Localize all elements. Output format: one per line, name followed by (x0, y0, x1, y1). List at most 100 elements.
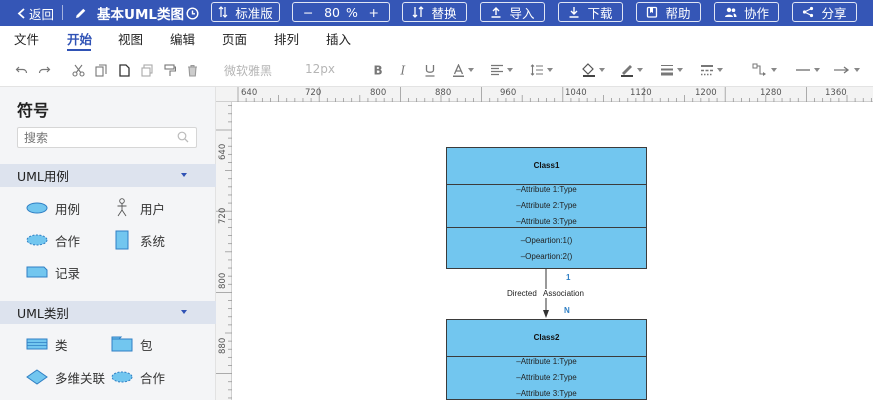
divider (62, 5, 63, 20)
help-button[interactable]: 帮助 (636, 2, 701, 22)
class-name: Class2 (533, 333, 560, 342)
zoom-out-button[interactable]: − (303, 5, 313, 20)
menu-edit[interactable]: 编辑 (170, 26, 195, 54)
shape-use-case[interactable]: 用例 (25, 198, 80, 218)
font-family-select[interactable]: 微软雅黑 (224, 62, 272, 79)
menu-insert[interactable]: 插入 (326, 26, 351, 54)
menu-file[interactable]: 文件 (14, 26, 39, 54)
connector-style-button[interactable] (752, 62, 777, 78)
elbow-connector-icon (752, 63, 766, 76)
class-attribute: –Attribute 2:Type (516, 201, 577, 210)
line-width-icon (661, 65, 673, 76)
download-button[interactable]: 下载 (558, 2, 623, 22)
connector-label-right: Association (543, 289, 584, 298)
line-spacing-icon (530, 64, 543, 76)
shape-system[interactable]: 系统 (110, 230, 165, 250)
caret-down-icon (854, 68, 860, 72)
standard-edition-button[interactable]: 标准版 (211, 2, 280, 22)
ruler-label: 800 (370, 88, 387, 98)
search-icon[interactable] (177, 131, 189, 143)
ruler-label: 1120 (630, 88, 652, 98)
underline-icon (425, 64, 435, 77)
menu-page[interactable]: 页面 (222, 26, 247, 54)
symbol-search-input[interactable] (17, 127, 197, 148)
class-box-class1[interactable]: Class1 –Attribute 1:Type –Attribute 2:Ty… (446, 147, 647, 269)
arrow-type-button[interactable] (833, 62, 860, 78)
doc-title-area[interactable]: 基本UML类图 (75, 0, 184, 26)
caret-down-icon (547, 68, 553, 72)
active-tab-indicator (67, 49, 91, 51)
sort-arrows-icon (218, 6, 228, 18)
collab-button[interactable]: 协作 (714, 2, 779, 22)
collab-label: 协作 (743, 5, 769, 21)
italic-button[interactable]: I (399, 62, 410, 78)
undo-button[interactable] (15, 62, 28, 78)
zoom-value: 80 (324, 4, 340, 20)
ruler-label: 720 (218, 207, 228, 224)
dashed-ellipse-icon (26, 234, 48, 246)
top-bar: 返回 基本UML类图 标准版 − 80 % + 替换 导入 下载 帮助 协作 分… (0, 0, 873, 26)
italic-icon: I (400, 64, 406, 76)
users-icon (724, 7, 737, 17)
duplicate-button[interactable] (141, 62, 153, 78)
line-spacing-button[interactable] (530, 62, 553, 78)
class-operation: –Opeartion:1() (520, 236, 573, 245)
shape-nary-association[interactable]: 多维关联 (25, 367, 105, 387)
ellipse-icon (26, 202, 48, 214)
class-name: Class1 (533, 161, 560, 170)
caret-down-icon (468, 68, 474, 72)
zoom-control[interactable]: − 80 % + (292, 2, 390, 22)
paste-button[interactable] (118, 62, 130, 78)
ruler-label: 640 (241, 88, 258, 98)
shape-class-collaboration[interactable]: 合作 (110, 367, 165, 387)
caret-down-icon (599, 68, 605, 72)
font-color-icon (453, 63, 464, 77)
section-uml-class[interactable]: UML类别 (0, 301, 216, 324)
ruler-label: 880 (435, 88, 452, 98)
shape-label: 类 (55, 337, 68, 353)
sidebar-title: 符号 (17, 101, 50, 120)
shape-label: 系统 (140, 233, 166, 249)
menu-view[interactable]: 视图 (118, 26, 143, 54)
paint-roller-icon (164, 63, 176, 76)
line-style-button[interactable] (700, 62, 723, 78)
menu-arrange[interactable]: 排列 (274, 26, 299, 54)
back-button[interactable]: 返回 (17, 0, 54, 26)
arrow-head-icon (543, 310, 549, 318)
font-color-button[interactable] (452, 62, 474, 78)
delete-button[interactable] (187, 62, 198, 78)
menu-bar: 文件 开始 视图 编辑 页面 排列 插入 (0, 26, 873, 54)
line-type-button[interactable] (795, 62, 820, 78)
fill-color-button[interactable] (582, 62, 605, 78)
shape-actor[interactable]: 用户 (110, 198, 165, 218)
pen-icon (621, 65, 633, 77)
align-button[interactable] (490, 62, 513, 78)
ruler-label: 1280 (760, 88, 782, 98)
shape-class[interactable]: 类 (25, 334, 68, 354)
underline-button[interactable] (424, 62, 436, 78)
line-color-button[interactable] (620, 62, 643, 78)
redo-button[interactable] (38, 62, 51, 78)
cut-button[interactable] (72, 62, 85, 78)
shape-record[interactable]: 记录 (25, 262, 80, 282)
ruler-horizontal: 640 720 800 880 960 1040 1120 1200 1280 … (216, 87, 873, 102)
format-painter-button[interactable] (164, 62, 176, 78)
shape-collaboration[interactable]: 合作 (25, 230, 80, 250)
bold-icon: B (374, 64, 383, 76)
book-icon (647, 6, 658, 18)
bold-button[interactable]: B (373, 62, 384, 78)
shape-label: 用户 (140, 201, 166, 217)
replace-button[interactable]: 替换 (402, 2, 467, 22)
zoom-in-button[interactable]: + (369, 5, 379, 20)
undo-icon (15, 66, 28, 74)
line-width-button[interactable] (660, 62, 683, 78)
share-button[interactable]: 分享 (792, 2, 857, 22)
copy-button[interactable] (95, 62, 107, 78)
import-button[interactable]: 导入 (480, 2, 545, 22)
diagram-canvas[interactable]: 1 Directed Association N Class1 –Attribu… (232, 102, 873, 400)
class-box-class2[interactable]: Class2 –Attribute 1:Type –Attribute 2:Ty… (446, 319, 647, 400)
section-uml-usecase[interactable]: UML用例 (0, 164, 216, 187)
shape-package[interactable]: 包 (110, 334, 153, 354)
font-size-select[interactable]: 12px (305, 62, 335, 76)
history-button[interactable] (186, 0, 199, 26)
